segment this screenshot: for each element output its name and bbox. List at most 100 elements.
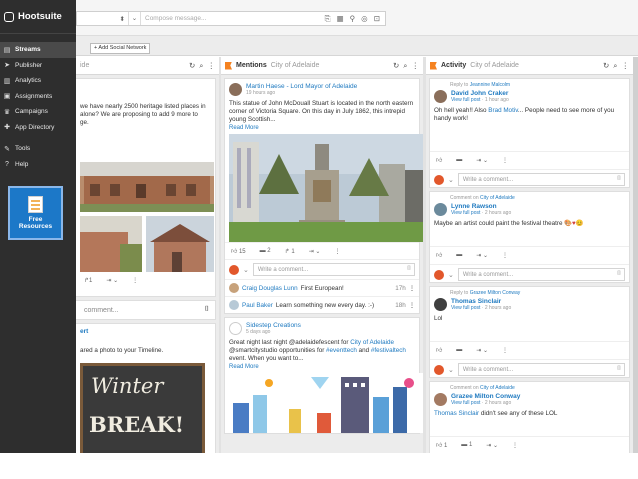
retweet-icon[interactable]: ↱ 1 [285,248,295,255]
sidebar-item-publisher[interactable]: ➤ Publisher [0,58,76,74]
more-icon[interactable]: ⋮ [412,61,420,71]
context-link[interactable]: Jeannine Malcolm [470,82,510,88]
search-icon[interactable]: ⌕ [613,61,617,71]
calendar-icon[interactable]: ▦ [337,14,344,24]
hashtag-link[interactable]: #festivaltech [371,347,406,354]
comment-input[interactable]: Write a comment... ⌷ [252,263,415,276]
share-icon[interactable]: ⇥ ⌄ [476,157,488,164]
mention-link[interactable]: Thomas Sinclair [434,410,479,417]
target-icon[interactable]: ◎ [361,14,368,24]
comment-input[interactable]: comment... [84,307,119,314]
comment-icon[interactable]: ▬ 2 [260,248,271,254]
avatar[interactable] [229,300,239,310]
more-icon[interactable]: ⋮ [512,442,518,449]
profile-dropdown[interactable]: ⬍ [77,12,129,25]
refresh-icon[interactable]: ↻ [189,61,195,71]
sidebar-item-assignments[interactable]: ▣ Assignments [0,89,76,105]
more-icon[interactable]: ⋮ [622,61,630,71]
comment-icon[interactable]: ▬ [456,347,462,353]
view-full-post-link[interactable]: View full post [451,305,480,311]
compose-input[interactable]: Compose message... [141,15,325,22]
winter-break-image[interactable]: Winter BREAK! [80,363,205,453]
chevron-down-icon[interactable]: ⌄ [448,176,454,184]
avatar[interactable] [229,83,242,96]
comment-input[interactable]: Write a comment... ⌷ [457,363,625,376]
more-icon[interactable]: ⋮ [208,61,216,71]
more-icon[interactable]: ⋮ [409,302,415,309]
sidebar-item-tools[interactable]: ✎ Tools [0,141,76,157]
logo[interactable]: Hootsuite [0,0,76,34]
illustration-image[interactable] [229,373,423,433]
avatar[interactable] [434,298,447,311]
context-link[interactable]: Grazee Milton Conway [470,290,521,296]
like-icon[interactable]: 👍︎ [436,251,442,259]
more-icon[interactable]: ⋮ [502,157,508,164]
retweet-icon[interactable]: ↱1 [84,277,92,284]
avatar[interactable] [229,322,242,335]
more-icon[interactable]: ⋮ [502,347,508,354]
context-link[interactable]: City of Adelaide [480,195,515,201]
chevron-down-icon[interactable]: ⌄ [448,366,454,374]
like-icon[interactable]: 👍︎ 15 [231,247,246,255]
avatar[interactable] [229,283,239,293]
reply-author[interactable]: Paul Baker [242,302,273,309]
read-more-link[interactable]: Read More [225,124,419,134]
refresh-icon[interactable]: ↻ [603,61,609,71]
compose-bar[interactable]: ⬍ ⌄ Compose message... ⎘ ▦ ⚲ ◎ ⊡ [76,11,386,26]
add-social-network-button[interactable]: + Add Social Network [90,43,151,54]
like-icon[interactable]: 👍︎ [436,156,442,164]
post-author[interactable]: Grazee Milton Conway [451,393,520,400]
comment-input[interactable]: Write a comment... ⌷ [457,173,625,186]
sidebar-item-streams[interactable]: ▤ Streams [0,42,76,58]
lock-icon[interactable]: ⊡ [374,14,380,24]
post-time[interactable]: 5 days ago [246,329,301,335]
share-icon[interactable]: ⇥ ⌄ [309,248,321,255]
comment-icon[interactable]: ▬ [456,252,462,258]
more-icon[interactable]: ⋮ [132,277,138,284]
search-icon[interactable]: ⌕ [403,61,407,71]
more-icon[interactable]: ⋮ [409,285,415,292]
share-icon[interactable]: ⇥ ⌄ [476,252,488,259]
free-resources-button[interactable]: Free Resources [8,186,63,240]
camera-icon[interactable]: ⌷ [617,271,621,278]
post-photo-grid[interactable] [80,162,214,272]
comment-icon[interactable]: ▬ 1 [461,442,472,448]
comment-icon[interactable]: ▬ [456,157,462,163]
camera-icon[interactable]: ⌷ [407,266,411,273]
like-icon[interactable]: 👍︎ 1 [436,441,447,449]
post-time[interactable]: 19 hours ago [246,90,357,96]
sidebar-item-analytics[interactable]: ▥ Analytics [0,73,76,89]
paperclip-icon[interactable]: ⎘ [325,14,331,24]
chevron-down-icon[interactable]: ⌄ [243,266,249,274]
avatar[interactable] [434,393,447,406]
post-author[interactable]: David John Craker [451,90,509,97]
share-icon[interactable]: ⇥ ⌄ [486,442,498,449]
post-author[interactable]: Lynne Rawson [451,203,511,210]
read-more-link[interactable]: Read More [225,363,419,373]
mention-link[interactable]: Brad Motiv [488,107,518,114]
search-icon[interactable]: ⌕ [199,61,203,71]
location-icon[interactable]: ⚲ [350,14,356,24]
camera-icon[interactable]: ⌷ [617,366,621,373]
avatar[interactable] [434,203,447,216]
hashtag-link[interactable]: #eventtech [326,347,357,354]
avatar[interactable] [434,90,447,103]
post-author[interactable]: Sidestep Creations [246,322,301,329]
chevron-down-icon[interactable]: ⌄ [448,271,454,279]
share-icon[interactable]: ⇥ ⌄ [476,347,488,354]
sidebar-item-help[interactable]: ? Help [0,157,76,173]
more-icon[interactable]: ⋮ [502,252,508,259]
post-author[interactable]: Martin Haese - Lord Mayor of Adelaide [246,83,357,90]
share-icon[interactable]: ⇥ ⌄ [106,277,118,284]
view-full-post-link[interactable]: View full post [451,210,480,216]
more-icon[interactable]: ⋮ [334,248,340,255]
mention-link[interactable]: City of Adelaide [350,339,394,346]
statue-photo[interactable] [229,134,423,242]
reply-author[interactable]: Craig Douglas Lunn [242,285,298,292]
sidebar-item-campaigns[interactable]: ♛ Campaigns [0,104,76,120]
camera-icon[interactable]: ⌷ [205,306,209,314]
view-full-post-link[interactable]: View full post [451,400,480,406]
scrollbar[interactable] [633,57,638,453]
comment-input[interactable]: Write a comment... ⌷ [457,268,625,281]
sidebar-item-app-directory[interactable]: ✚ App Directory [0,120,76,136]
